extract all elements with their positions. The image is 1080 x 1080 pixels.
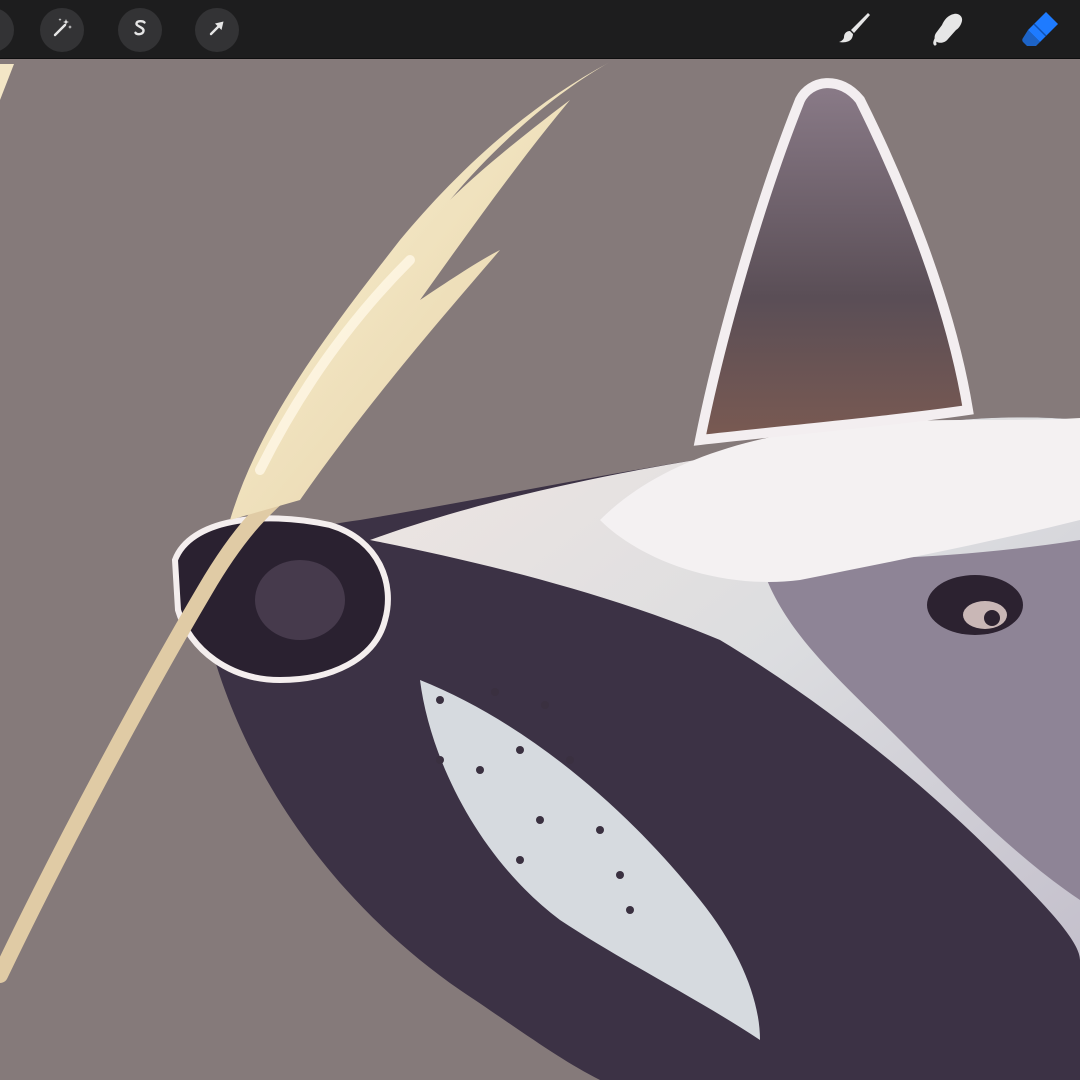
ear-shape [693, 78, 974, 446]
wheat-corner-shape [0, 64, 14, 100]
selection-button[interactable] [118, 8, 162, 52]
arrow-cursor-icon [205, 16, 229, 44]
eraser-tool-button[interactable] [1018, 8, 1062, 52]
selection-s-icon [128, 16, 152, 44]
eye-pupil-shape [984, 610, 1000, 626]
eraser-icon [1018, 6, 1062, 54]
brush-tool-button[interactable] [832, 8, 876, 52]
transform-button[interactable] [195, 8, 239, 52]
magic-wand-icon [50, 16, 74, 44]
drawing-canvas[interactable] [0, 59, 1080, 1080]
smudge-tool-button[interactable] [926, 8, 970, 52]
actions-button[interactable] [0, 8, 14, 52]
nostril-shape [255, 560, 345, 640]
wheat-head-shape [230, 62, 610, 520]
brush-icon [832, 6, 876, 54]
procreate-app [0, 0, 1080, 1080]
smudge-finger-icon [926, 6, 970, 54]
husky-wheat-artwork [0, 62, 1080, 1080]
top-toolbar [0, 0, 1080, 59]
adjustments-button[interactable] [40, 8, 84, 52]
